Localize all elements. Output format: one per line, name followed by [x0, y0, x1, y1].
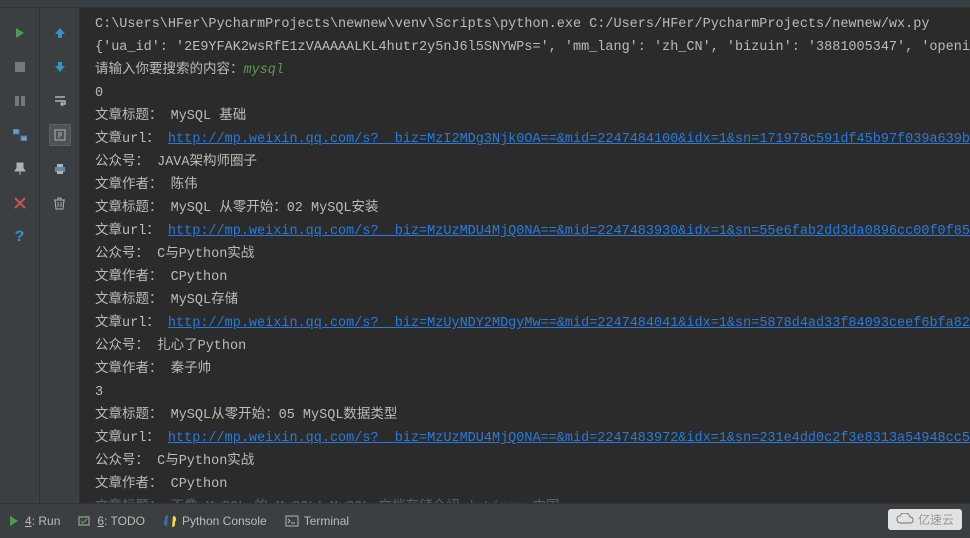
article-account-line: 公众号： C与Python实战	[95, 243, 960, 266]
bottom-tool-bar: 4: Run 6: TODO Python Console Terminal	[0, 503, 970, 538]
python-console-button[interactable]: Python Console	[163, 514, 267, 528]
article-url-line: 文章url： http://mp.weixin.qq.com/s?__biz=M…	[95, 220, 960, 243]
scroll-to-end-icon[interactable]	[49, 124, 71, 146]
article-url-line: 文章url： http://mp.weixin.qq.com/s?__biz=M…	[95, 427, 960, 450]
input-prompt-line: 请输入你要搜索的内容：mysql	[95, 59, 960, 82]
close-icon[interactable]	[9, 192, 31, 214]
article-title-line: 文章标题： MySQL从零开始：05 MySQL数据类型	[95, 404, 960, 427]
todo-tool-window-button[interactable]: 6: TODO	[78, 514, 145, 528]
article-link[interactable]: http://mp.weixin.qq.com/s?__biz=MzI2MDg3…	[168, 132, 970, 147]
run-toolbar-left: ?	[0, 8, 40, 511]
stop-icon[interactable]	[9, 56, 31, 78]
trash-icon[interactable]	[49, 192, 71, 214]
article-url-line: 文章url： http://mp.weixin.qq.com/s?__biz=M…	[95, 312, 960, 335]
rerun-icon[interactable]	[9, 22, 31, 44]
article-author-line: 文章作者： CPython	[95, 266, 960, 289]
article-author-line: 文章作者： 陈伟	[95, 174, 960, 197]
run-tool-window-button[interactable]: 4: Run	[8, 514, 60, 528]
article-author-line: 文章作者： CPython	[95, 473, 960, 496]
watermark: 亿速云	[888, 509, 962, 530]
terminal-button[interactable]: Terminal	[285, 514, 349, 528]
user-input-text: mysql	[244, 63, 285, 78]
article-link[interactable]: http://mp.weixin.qq.com/s?__biz=MzUzMDU4…	[168, 431, 970, 446]
up-arrow-icon[interactable]	[49, 22, 71, 44]
layout-icon[interactable]	[9, 124, 31, 146]
article-title-line: 文章标题： MySQL 基础	[95, 105, 960, 128]
pin-icon[interactable]	[9, 158, 31, 180]
print-icon[interactable]	[49, 158, 71, 180]
article-url-line: 文章url： http://mp.weixin.qq.com/s?__biz=M…	[95, 128, 960, 151]
article-account-line: 公众号： JAVA架构师圈子	[95, 151, 960, 174]
soft-wrap-icon[interactable]	[49, 90, 71, 112]
article-link[interactable]: http://mp.weixin.qq.com/s?__biz=MzUzMDU4…	[168, 224, 970, 239]
article-account-line: 公众号： 扎心了Python	[95, 335, 960, 358]
help-icon[interactable]: ?	[9, 226, 31, 248]
output-zero: 0	[95, 82, 960, 105]
output-three: 3	[95, 381, 960, 404]
console-output[interactable]: C:\Users\HFer\PycharmProjects\newnew\ven…	[80, 8, 970, 511]
article-link[interactable]: http://mp.weixin.qq.com/s?__biz=MzUyNDY2…	[168, 316, 970, 331]
exec-path-line: C:\Users\HFer\PycharmProjects\newnew\ven…	[95, 13, 960, 36]
dict-output-line: {'ua_id': '2E9YFAK2wsRfE1zVAAAAALKL4hutr…	[95, 36, 960, 59]
article-title-line: 文章标题： MySQL存储	[95, 289, 960, 312]
pause-icon[interactable]	[9, 90, 31, 112]
prompt-label: 请输入你要搜索的内容：	[95, 63, 244, 78]
article-account-line: 公众号： C与Python实战	[95, 450, 960, 473]
article-title-line: 文章标题： MySQL 从零开始：02 MySQL安装	[95, 197, 960, 220]
down-arrow-icon[interactable]	[49, 56, 71, 78]
article-author-line: 文章作者： 秦子帅	[95, 358, 960, 381]
run-toolbar-inner	[40, 8, 80, 511]
